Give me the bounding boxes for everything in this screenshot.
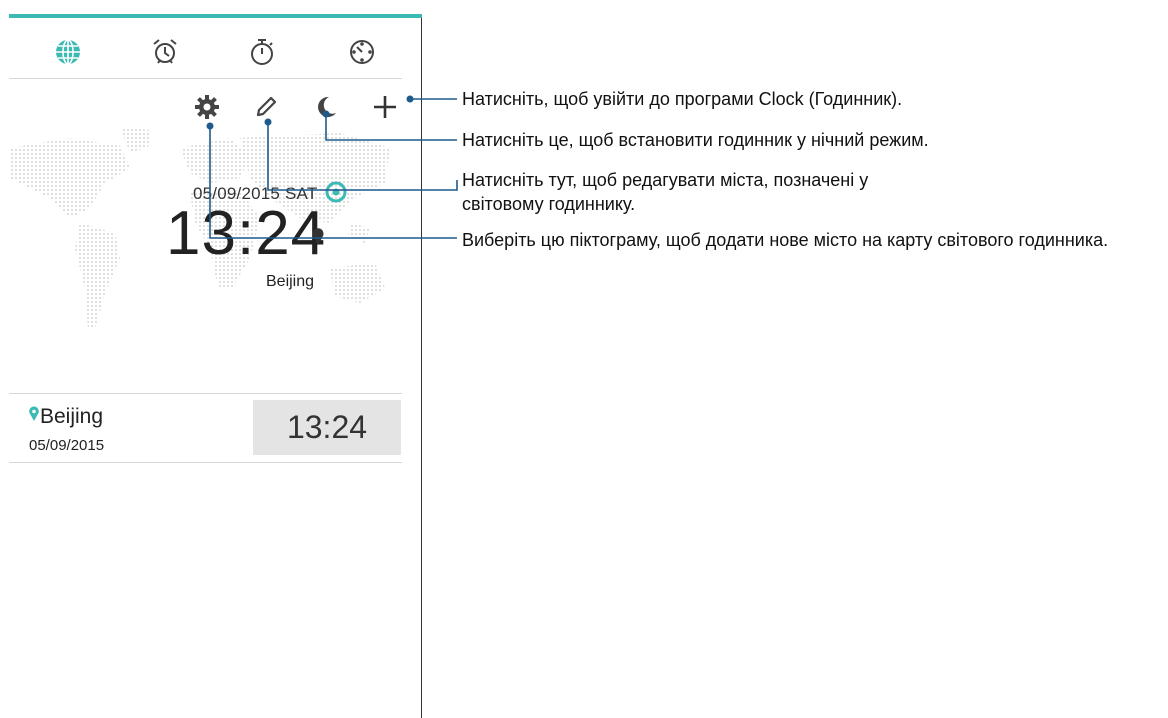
callout-edit-cities: Натисніть тут, щоб редагувати міста, поз…	[462, 170, 869, 214]
callout-open-clock: Натисніть, щоб увійти до програми Clock …	[462, 89, 903, 109]
callout-night-mode: Натисніть це, щоб встановити годинник у …	[462, 130, 929, 150]
callout-add-city: Виберіть цю піктограму, щоб додати нове …	[462, 230, 1109, 250]
